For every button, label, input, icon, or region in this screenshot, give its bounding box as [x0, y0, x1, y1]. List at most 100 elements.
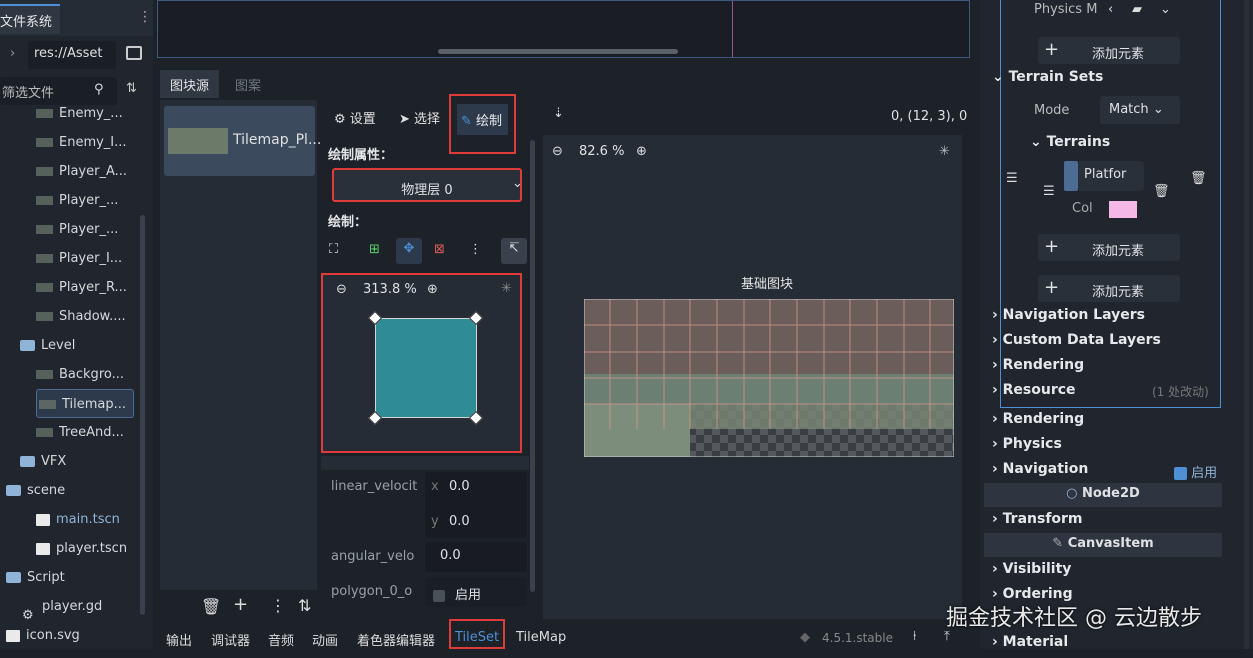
zoom-in-icon[interactable]: ⊕ — [636, 144, 647, 159]
vector-field[interactable]: x 0.0 y 0.0 — [425, 472, 527, 538]
zoom-out-icon[interactable]: ⊖ — [336, 282, 347, 297]
tree-item-player-tscn[interactable]: player.tscn — [0, 534, 140, 563]
tree-item-main-tscn[interactable]: main.tscn — [0, 505, 140, 534]
select-button[interactable]: ➤ 选择 — [393, 100, 446, 134]
bottom-tab-0[interactable]: 输出 — [166, 630, 192, 649]
mode-dropdown[interactable]: Match ⌄ — [1100, 96, 1180, 124]
delete-icon[interactable]: 🗑 — [201, 597, 221, 616]
layer-dropdown[interactable]: 物理层 0 — [332, 168, 522, 202]
physics-section[interactable]: › Physics — [992, 436, 1228, 460]
transform-section[interactable]: › Transform — [992, 511, 1228, 535]
angular-velocity-field[interactable]: 0.0 — [425, 542, 527, 572]
bottom-tab-5[interactable]: TileSet — [449, 619, 506, 649]
tree-item-tilemap-[interactable]: Tilemap... — [36, 389, 134, 418]
expand-icon[interactable]: ⛶ — [329, 242, 338, 257]
tree-item-level[interactable]: Level — [0, 331, 140, 360]
tree-item-icon-svg[interactable]: icon.svg — [0, 621, 140, 650]
linear-velocity-y[interactable]: 0.0 — [449, 514, 470, 529]
chevron-right-icon[interactable]: › — [10, 46, 15, 61]
tab-filesystem[interactable]: 文件系统 — [0, 4, 60, 34]
center-view-icon[interactable]: ✳ — [501, 281, 512, 296]
tab-tile-sources[interactable]: 图块源 — [160, 70, 220, 98]
navigation-enabled-checkbox[interactable]: 启用 — [1174, 462, 1217, 481]
tree-item-player-gd[interactable]: ⚙ player.gd — [0, 592, 140, 621]
chevron-down-icon[interactable]: ⌄ — [512, 176, 523, 191]
tree-item-player-[interactable]: Player_... — [0, 186, 140, 215]
viewport-scrollbar[interactable] — [438, 49, 678, 54]
split-view-icon[interactable] — [126, 46, 142, 60]
tree-scrollbar[interactable] — [140, 215, 145, 615]
add-icon: + — [1044, 277, 1060, 298]
tree-item-script[interactable]: Script — [0, 563, 140, 592]
paint-button[interactable]: ✎ 绘制 — [449, 94, 516, 154]
tree-item-player-r-[interactable]: Player_R... — [0, 273, 140, 302]
drag-handle-icon[interactable]: ☰ — [1006, 171, 1018, 186]
tree-item-treeand-[interactable]: TreeAnd... — [0, 418, 140, 447]
more-options-icon[interactable]: ⋮ — [469, 242, 482, 257]
edit-points-icon[interactable]: ✥ — [396, 238, 422, 264]
zoom-out-icon[interactable]: ⊖ — [552, 144, 563, 159]
add-point-icon[interactable]: ⊞ — [369, 242, 380, 257]
tree-item-enemy-i-[interactable]: Enemy_I... — [0, 128, 140, 157]
pin-icon[interactable]: ⇣ — [553, 106, 564, 121]
bottom-tab-4[interactable]: 着色器编辑器 — [357, 630, 435, 649]
sort-icon[interactable]: ⇅ — [298, 596, 311, 615]
custom-data-layers-section[interactable]: › Custom Data Layers — [992, 332, 1228, 356]
bottom-tab-1[interactable]: 调试器 — [211, 630, 250, 649]
props-scrollbar[interactable] — [530, 140, 535, 592]
folder-icon[interactable]: ▰ — [1132, 2, 1142, 17]
add-terrain-set-button[interactable]: + 添加元素 — [1038, 275, 1180, 302]
tile-source-item[interactable]: Tilemap_Pl... — [164, 106, 321, 176]
zoom-in-icon[interactable]: ⊕ — [427, 282, 438, 297]
drag-handle-icon[interactable]: ☰ — [1043, 184, 1055, 199]
tree-item-player-a-[interactable]: Player_A... — [0, 157, 140, 186]
collision-polygon[interactable] — [375, 318, 477, 418]
polygon-editor[interactable]: ⊖ 313.8 % ⊕ ✳ — [321, 273, 522, 453]
editor-viewport[interactable] — [157, 0, 970, 58]
rendering-section[interactable]: › Rendering — [992, 357, 1228, 381]
terrain-name-field[interactable]: Platfor — [1078, 161, 1144, 191]
bottom-tab-3[interactable]: 动画 — [312, 630, 338, 649]
dock-menu-icon[interactable]: ⋮ — [138, 9, 152, 25]
tree-item-backgro-[interactable]: Backgro... — [0, 360, 140, 389]
terrains-section[interactable]: ⌄ Terrains — [1030, 134, 1253, 158]
chevron-down-icon: ⌄ — [1152, 102, 1164, 117]
delete-icon[interactable]: 🗑 — [1153, 184, 1170, 199]
snap-icon[interactable]: ↸ — [501, 238, 527, 264]
add-element-button[interactable]: + 添加元素 — [1038, 37, 1180, 64]
delete-icon[interactable]: 🗑 — [1190, 171, 1207, 186]
visibility-section[interactable]: › Visibility — [992, 561, 1228, 585]
polygon-checkbox[interactable]: 启用 — [425, 577, 527, 607]
tree-item-player-i-[interactable]: Player_I... — [0, 244, 140, 273]
notification-icon[interactable]: ◆ — [800, 630, 810, 645]
tree-item-shadow-[interactable]: Shadow.... — [0, 302, 140, 331]
chevron-left-icon[interactable]: ‹ — [1108, 2, 1113, 17]
tileset-atlas[interactable] — [583, 298, 955, 458]
bottom-tab-6[interactable]: TileMap — [516, 630, 566, 645]
settings-button[interactable]: ⚙ 设置 — [328, 100, 382, 134]
pin-panel-icon[interactable]: ⍿ — [913, 629, 916, 644]
terrain-color-swatch[interactable] — [1109, 201, 1137, 218]
atlas-grid[interactable] — [583, 298, 955, 458]
center-view-icon[interactable]: ✳ — [939, 144, 950, 159]
inspector-scrollbar[interactable] — [1244, 0, 1249, 649]
tree-item-enemy-[interactable]: Enemy_... — [0, 99, 140, 128]
node-rendering-section[interactable]: › Rendering — [992, 411, 1228, 435]
more-icon[interactable]: ⋮ — [270, 596, 286, 615]
remove-point-icon[interactable]: ⊠ — [434, 242, 445, 257]
tree-item-player-[interactable]: Player_... — [0, 215, 140, 244]
sort-icon[interactable]: ⇅ — [126, 81, 137, 96]
terrain-sets-section[interactable]: ⌄ Terrain Sets — [992, 69, 1228, 93]
atlas-title: 基础图块 — [741, 277, 794, 292]
add-terrain-button[interactable]: + 添加元素 — [1038, 234, 1180, 261]
chevron-down-icon[interactable]: ⌄ — [1160, 2, 1171, 17]
path-field[interactable]: res://Asset — [28, 41, 116, 69]
tree-item-vfx[interactable]: VFX — [0, 447, 140, 476]
tab-patterns[interactable]: 图案 — [225, 70, 271, 98]
navigation-layers-section[interactable]: › Navigation Layers — [992, 307, 1228, 331]
bottom-tab-2[interactable]: 音频 — [268, 630, 294, 649]
material-section[interactable]: › Material — [992, 634, 1228, 658]
tree-item-scene[interactable]: scene — [0, 476, 140, 505]
add-icon[interactable]: + — [233, 594, 248, 615]
linear-velocity-x[interactable]: 0.0 — [449, 479, 470, 494]
